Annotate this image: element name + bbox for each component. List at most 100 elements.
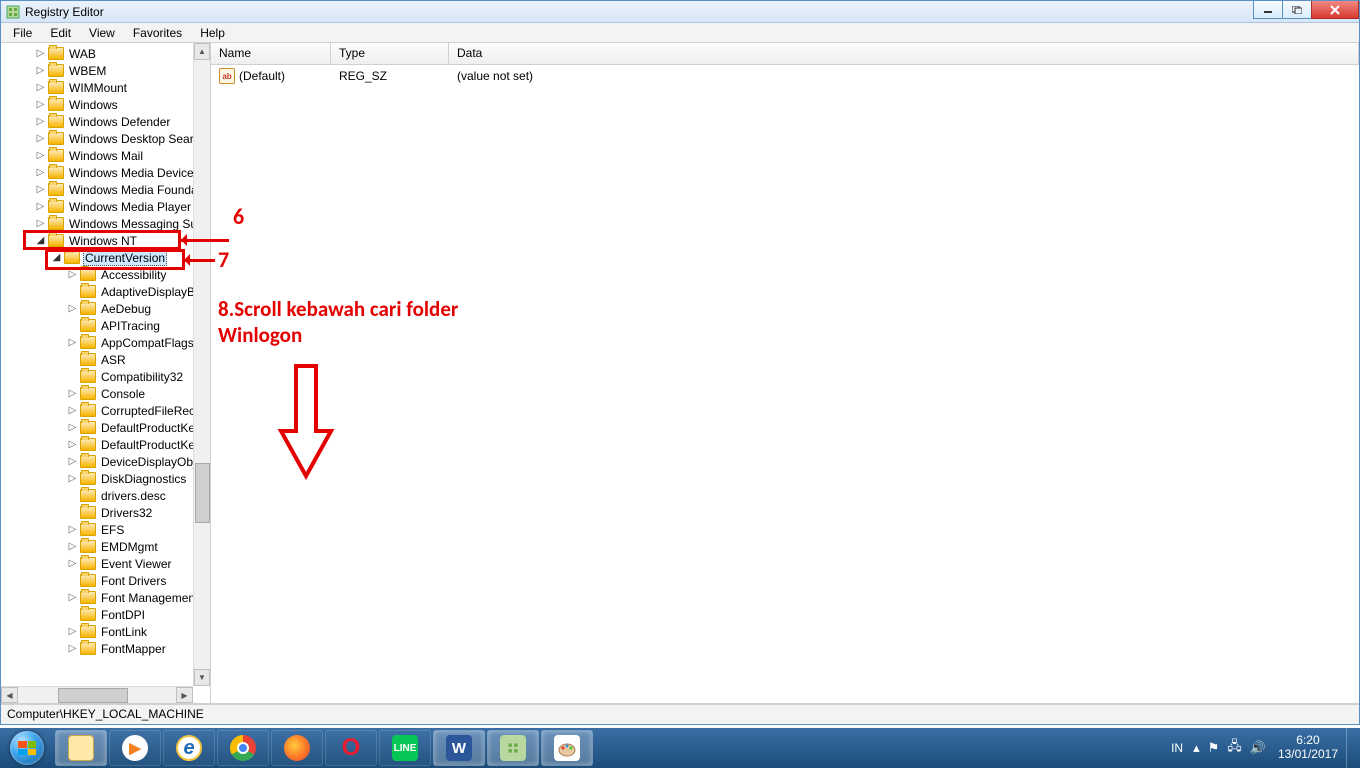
tree-item[interactable]: ▷CorruptedFileRec bbox=[3, 402, 210, 419]
expand-icon[interactable]: ▷ bbox=[35, 133, 46, 144]
tree-item[interactable]: ▷DiskDiagnostics bbox=[3, 470, 210, 487]
expand-icon[interactable]: ▷ bbox=[35, 201, 46, 212]
taskbar-ie[interactable]: e bbox=[163, 730, 215, 766]
col-type[interactable]: Type bbox=[331, 43, 449, 64]
vscroll-thumb[interactable] bbox=[195, 463, 210, 523]
expand-icon[interactable]: ▷ bbox=[35, 167, 46, 178]
tree-item[interactable]: ▷Font Management bbox=[3, 589, 210, 606]
taskbar-regedit[interactable] bbox=[487, 730, 539, 766]
tree-item[interactable]: Compatibility32 bbox=[3, 368, 210, 385]
minimize-button[interactable] bbox=[1253, 1, 1283, 19]
expand-icon[interactable]: ▷ bbox=[67, 439, 78, 450]
expand-icon[interactable]: ▷ bbox=[35, 48, 46, 59]
expand-icon[interactable]: ▷ bbox=[67, 405, 78, 416]
tree-item[interactable]: ▷Windows bbox=[3, 96, 210, 113]
tree-pane[interactable]: ▷WAB▷WBEM▷WIMMount▷Windows▷Windows Defen… bbox=[1, 43, 211, 703]
scroll-right-arrow[interactable]: ▶ bbox=[176, 687, 193, 703]
tree-item[interactable]: ▷Windows Defender bbox=[3, 113, 210, 130]
expand-icon[interactable]: ▷ bbox=[35, 218, 46, 229]
expand-icon[interactable]: ▷ bbox=[67, 626, 78, 637]
tree-item[interactable]: FontDPI bbox=[3, 606, 210, 623]
tree-item[interactable]: Drivers32 bbox=[3, 504, 210, 521]
scroll-left-arrow[interactable]: ◀ bbox=[1, 687, 18, 703]
tree-item[interactable]: Font Drivers bbox=[3, 572, 210, 589]
scroll-up-arrow[interactable]: ▲ bbox=[194, 43, 210, 60]
tree-item[interactable]: APITracing bbox=[3, 317, 210, 334]
tray-up-icon[interactable]: ▴ bbox=[1189, 738, 1204, 758]
tree-item[interactable]: ▷FontLink bbox=[3, 623, 210, 640]
tree-item[interactable]: ▷DeviceDisplayObj bbox=[3, 453, 210, 470]
expand-icon[interactable]: ▷ bbox=[67, 524, 78, 535]
taskbar-opera[interactable]: O bbox=[325, 730, 377, 766]
expand-icon[interactable]: ▷ bbox=[67, 473, 78, 484]
list-pane[interactable]: Name Type Data ab (Default) REG_SZ (valu… bbox=[211, 43, 1359, 703]
tree-item[interactable]: ▷WAB bbox=[3, 45, 210, 62]
tree-item[interactable]: ▷Windows Desktop Search bbox=[3, 130, 210, 147]
tree-item[interactable]: ▷FontMapper bbox=[3, 640, 210, 657]
col-name[interactable]: Name bbox=[211, 43, 331, 64]
tree-item[interactable]: ▷EMDMgmt bbox=[3, 538, 210, 555]
taskbar-word[interactable]: W bbox=[433, 730, 485, 766]
taskbar-chrome[interactable] bbox=[217, 730, 269, 766]
tree-item[interactable]: ▷WIMMount bbox=[3, 79, 210, 96]
tree-item[interactable]: ▷Windows Media Device M bbox=[3, 164, 210, 181]
tree-item[interactable]: ▷Console bbox=[3, 385, 210, 402]
expand-icon[interactable]: ▷ bbox=[67, 337, 78, 348]
tree-item[interactable]: ▷Windows Media Foundat bbox=[3, 181, 210, 198]
expand-icon[interactable]: ▷ bbox=[35, 184, 46, 195]
menu-favorites[interactable]: Favorites bbox=[125, 24, 190, 42]
expand-icon[interactable]: ▷ bbox=[67, 541, 78, 552]
show-desktop-button[interactable] bbox=[1346, 728, 1356, 768]
expand-icon[interactable]: ▷ bbox=[67, 388, 78, 399]
expand-icon[interactable]: ▷ bbox=[35, 116, 46, 127]
hscroll-thumb[interactable] bbox=[58, 688, 128, 703]
tree-item[interactable]: ▷EFS bbox=[3, 521, 210, 538]
expand-icon[interactable]: ▷ bbox=[67, 592, 78, 603]
tree-vscrollbar[interactable]: ▲ ▼ bbox=[193, 43, 210, 686]
tree-item[interactable]: ASR bbox=[3, 351, 210, 368]
language-indicator[interactable]: IN bbox=[1165, 739, 1189, 757]
tree-item[interactable]: ▷WBEM bbox=[3, 62, 210, 79]
menu-file[interactable]: File bbox=[5, 24, 40, 42]
taskbar-wmp[interactable]: ▶ bbox=[109, 730, 161, 766]
tree-hscrollbar[interactable]: ◀ ▶ bbox=[1, 686, 193, 703]
clock[interactable]: 6:20 13/01/2017 bbox=[1270, 732, 1346, 764]
tree-item[interactable]: ▷DefaultProductKe bbox=[3, 419, 210, 436]
registry-tree[interactable]: ▷WAB▷WBEM▷WIMMount▷Windows▷Windows Defen… bbox=[1, 43, 210, 659]
menu-edit[interactable]: Edit bbox=[42, 24, 79, 42]
tree-item[interactable]: ▷DefaultProductKe bbox=[3, 436, 210, 453]
expand-icon[interactable]: ▷ bbox=[67, 269, 78, 280]
expand-icon[interactable]: ▷ bbox=[35, 150, 46, 161]
volume-icon[interactable]: 🔊 bbox=[1246, 738, 1270, 758]
maximize-button[interactable] bbox=[1282, 1, 1312, 19]
list-row[interactable]: ab (Default) REG_SZ (value not set) bbox=[211, 67, 1359, 85]
menu-help[interactable]: Help bbox=[192, 24, 233, 42]
titlebar[interactable]: Registry Editor bbox=[1, 1, 1359, 23]
expand-icon[interactable]: ▷ bbox=[67, 303, 78, 314]
expand-icon[interactable]: ▷ bbox=[67, 422, 78, 433]
tree-item[interactable]: AdaptiveDisplayB bbox=[3, 283, 210, 300]
start-button[interactable] bbox=[0, 728, 54, 768]
close-button[interactable] bbox=[1311, 1, 1359, 19]
expand-icon[interactable]: ▷ bbox=[67, 558, 78, 569]
tree-item[interactable]: ▷Windows Mail bbox=[3, 147, 210, 164]
tree-item[interactable]: drivers.desc bbox=[3, 487, 210, 504]
expand-icon[interactable]: ▷ bbox=[35, 65, 46, 76]
tree-item[interactable]: ▷Windows Media Player N bbox=[3, 198, 210, 215]
taskbar-firefox[interactable] bbox=[271, 730, 323, 766]
taskbar-explorer[interactable] bbox=[55, 730, 107, 766]
tree-item[interactable]: ▷AeDebug bbox=[3, 300, 210, 317]
tree-item[interactable]: ▷AppCompatFlags bbox=[3, 334, 210, 351]
action-center-icon[interactable]: ⚑ bbox=[1204, 738, 1224, 758]
taskbar-paint[interactable] bbox=[541, 730, 593, 766]
network-icon[interactable]: 🖧 bbox=[1223, 735, 1246, 761]
scroll-down-arrow[interactable]: ▼ bbox=[194, 669, 210, 686]
expand-icon[interactable]: ▷ bbox=[67, 456, 78, 467]
menu-view[interactable]: View bbox=[81, 24, 123, 42]
col-data[interactable]: Data bbox=[449, 43, 1359, 64]
taskbar-line[interactable]: LINE bbox=[379, 730, 431, 766]
expand-icon[interactable]: ▷ bbox=[35, 99, 46, 110]
taskbar[interactable]: ▶ e O LINE W IN ▴ ⚑ 🖧 🔊 6:20 13/01/2017 bbox=[0, 728, 1360, 768]
tree-item[interactable]: ▷Event Viewer bbox=[3, 555, 210, 572]
expand-icon[interactable]: ▷ bbox=[67, 643, 78, 654]
